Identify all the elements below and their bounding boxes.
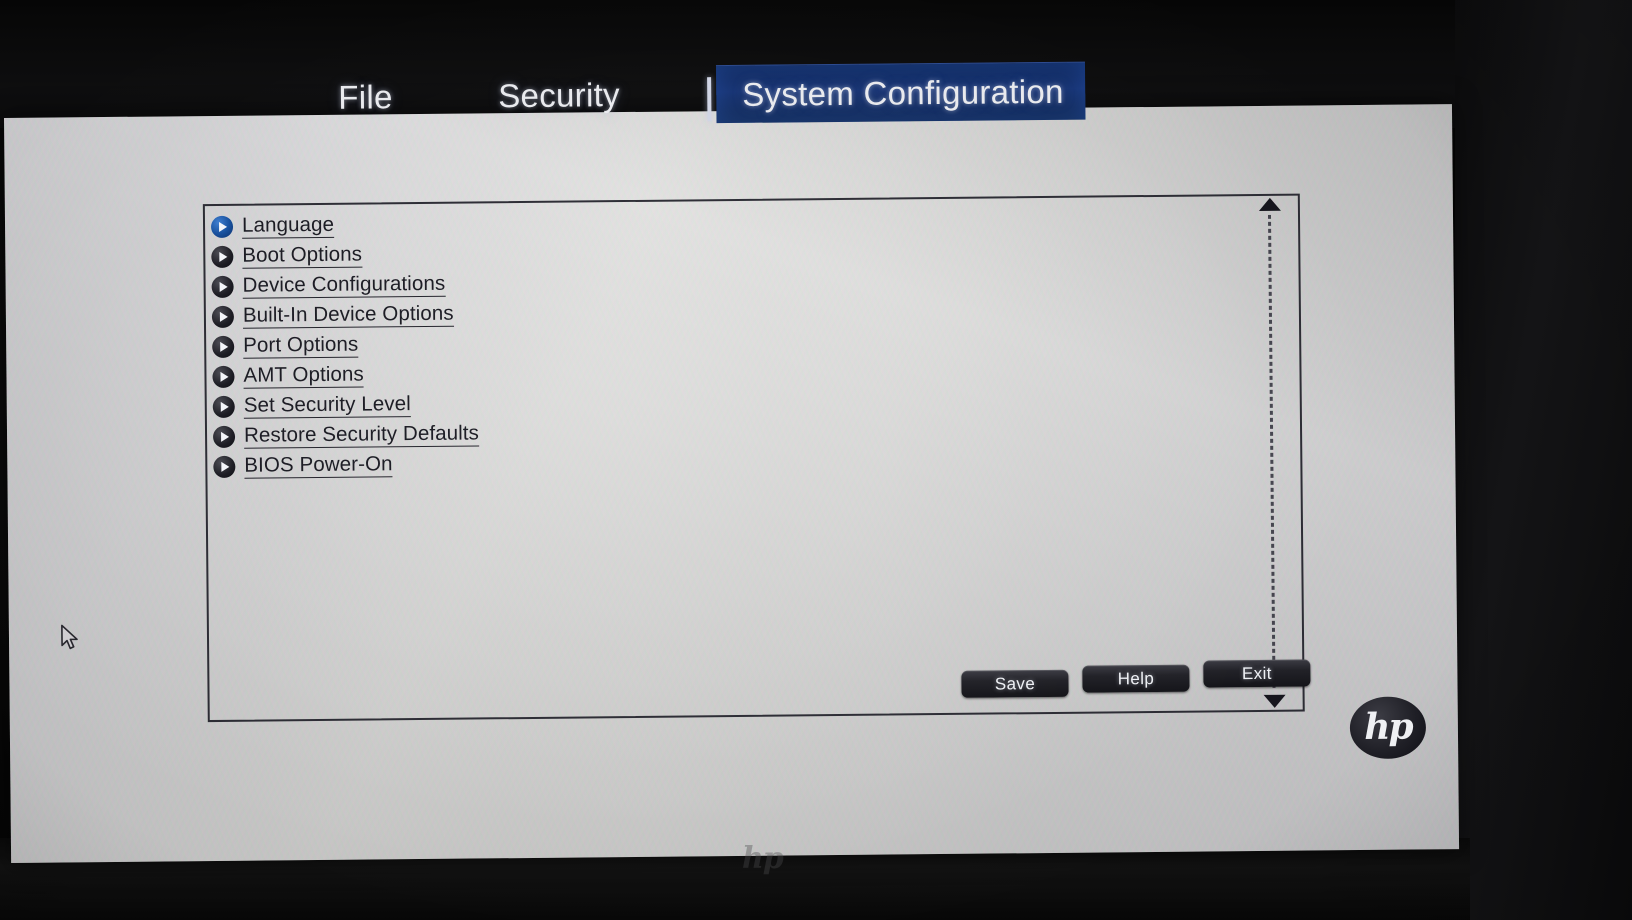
mouse-pointer-icon bbox=[61, 624, 81, 652]
menu-item-label: Built-In Device Options bbox=[242, 301, 454, 329]
menu-item-label: AMT Options bbox=[243, 362, 364, 389]
monitor-bezel-right bbox=[1455, 0, 1632, 920]
menu-item-label: Set Security Level bbox=[243, 392, 411, 419]
scrollbar-track[interactable] bbox=[1267, 214, 1276, 689]
menu-item-label: Boot Options bbox=[242, 242, 363, 269]
action-button-row: Save Help Exit bbox=[961, 659, 1321, 704]
play-triangle-icon bbox=[212, 335, 235, 359]
tab-file[interactable]: File bbox=[338, 68, 393, 127]
play-triangle-icon bbox=[211, 245, 234, 269]
tab-system-configuration[interactable]: System Configuration bbox=[715, 61, 1086, 124]
hp-logo-icon: hp bbox=[1349, 696, 1427, 760]
bios-tab-bar: File Security System Configuration bbox=[0, 60, 1301, 134]
hp-logo-label: hp bbox=[1364, 705, 1412, 748]
play-triangle-icon bbox=[213, 455, 236, 479]
vertical-scrollbar[interactable] bbox=[1254, 197, 1291, 708]
menu-item-label: Device Configurations bbox=[242, 271, 446, 299]
tab-separator bbox=[707, 77, 712, 122]
play-triangle-icon bbox=[212, 365, 235, 389]
save-button[interactable]: Save bbox=[961, 669, 1069, 698]
menu-item-label: Restore Security Defaults bbox=[243, 421, 480, 449]
exit-button[interactable]: Exit bbox=[1203, 659, 1311, 688]
play-triangle-icon bbox=[211, 275, 234, 299]
play-triangle-icon bbox=[212, 395, 235, 419]
play-triangle-icon bbox=[212, 425, 236, 449]
play-triangle-icon bbox=[211, 305, 235, 329]
bezel-hp-logo-icon: hp bbox=[742, 842, 800, 876]
menu-item-label: Language bbox=[241, 212, 335, 239]
help-button[interactable]: Help bbox=[1082, 664, 1190, 693]
tab-security[interactable]: Security bbox=[498, 66, 620, 125]
menu-item-label: BIOS Power-On bbox=[244, 452, 393, 479]
settings-menu-list: Language Boot Options Device Configurati… bbox=[210, 205, 914, 482]
menu-item-label: Port Options bbox=[243, 332, 359, 359]
play-triangle-icon bbox=[210, 215, 234, 239]
bezel-hp-logo-label: hp bbox=[742, 841, 784, 876]
photo-of-monitor: File Security System Configuration Langu… bbox=[0, 0, 1632, 920]
bios-page-panel: Language Boot Options Device Configurati… bbox=[4, 104, 1460, 863]
scroll-up-arrow-icon[interactable] bbox=[1258, 197, 1281, 211]
